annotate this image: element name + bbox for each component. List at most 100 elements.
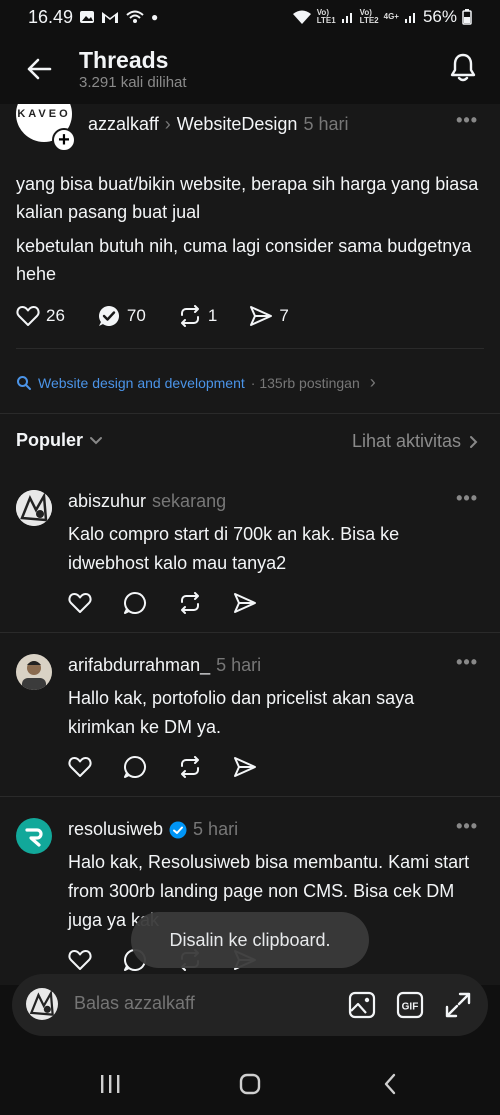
reply-header: abiszuhur sekarang bbox=[68, 491, 226, 512]
signal-2-icon bbox=[404, 13, 415, 23]
topic-link[interactable]: Website design and development · 135rb p… bbox=[16, 372, 376, 393]
sim2-label: Vo) LTE2 bbox=[359, 8, 379, 25]
reply-username[interactable]: resolusiweb bbox=[68, 819, 163, 840]
more-options-icon[interactable]: ••• bbox=[456, 652, 478, 673]
send-icon bbox=[250, 306, 273, 326]
post-actions: 26 70 1 7 bbox=[16, 304, 289, 328]
avatar[interactable] bbox=[16, 654, 52, 690]
post-meta: azzalkaff › WebsiteDesign 5 hari bbox=[88, 114, 348, 135]
chevron-right-icon bbox=[470, 435, 478, 448]
send-icon[interactable] bbox=[233, 592, 257, 614]
composer-spacer bbox=[0, 1040, 500, 1052]
gif-icon: GIF bbox=[396, 991, 424, 1019]
post-username[interactable]: azzalkaff bbox=[88, 114, 159, 135]
divider bbox=[0, 796, 500, 797]
post-paragraph-2: kebetulan butuh nih, cuma lagi consider … bbox=[16, 236, 472, 284]
sort-label: Populer bbox=[16, 430, 84, 450]
battery-icon bbox=[462, 9, 472, 25]
reply-username[interactable]: abiszuhur bbox=[68, 491, 146, 512]
reply-actions bbox=[68, 591, 257, 615]
back-button[interactable] bbox=[22, 52, 56, 86]
recent-apps-button[interactable] bbox=[90, 1068, 130, 1100]
heart-icon[interactable] bbox=[68, 756, 92, 778]
attach-image-button[interactable] bbox=[347, 990, 377, 1020]
arrow-left-icon bbox=[27, 58, 52, 80]
sim1-label: Vo) LTE1 bbox=[316, 8, 336, 25]
heart-icon bbox=[16, 306, 40, 326]
comment-icon[interactable] bbox=[123, 755, 147, 779]
avatar[interactable] bbox=[16, 818, 52, 854]
repost-icon[interactable] bbox=[178, 756, 202, 778]
comment-icon[interactable] bbox=[123, 591, 147, 615]
divider bbox=[0, 632, 500, 633]
expand-icon bbox=[445, 992, 471, 1018]
status-time: 16.49 bbox=[28, 6, 74, 27]
repost-count: 1 bbox=[207, 306, 218, 325]
page-title: Threads bbox=[79, 47, 169, 73]
recent-apps-icon bbox=[101, 1075, 120, 1093]
post-paragraph-1: yang bisa buat/bikin website, berapa sih… bbox=[16, 174, 479, 222]
image-icon bbox=[348, 991, 376, 1019]
topic-count: · 135rb postingan bbox=[250, 374, 360, 391]
system-back-button[interactable] bbox=[370, 1068, 410, 1100]
share-button[interactable]: 7 bbox=[249, 305, 289, 327]
dot-icon: ● bbox=[151, 10, 159, 24]
image-notification-icon bbox=[80, 11, 95, 23]
reply-text: Hallo kak, portofolio dan pricelist akan… bbox=[68, 688, 415, 737]
repost-icon bbox=[180, 305, 199, 327]
more-options-icon[interactable]: ••• bbox=[456, 110, 478, 131]
reply-time: sekarang bbox=[152, 491, 227, 511]
gmail-icon bbox=[102, 12, 119, 23]
more-options-icon[interactable]: ••• bbox=[456, 488, 478, 509]
reply-username[interactable]: arifabdurrahman_ bbox=[68, 655, 210, 676]
section-divider bbox=[0, 413, 500, 414]
post-community[interactable]: WebsiteDesign bbox=[177, 114, 298, 135]
repost-icon[interactable] bbox=[178, 592, 202, 614]
wifi-call-icon bbox=[126, 10, 144, 23]
battery-percent: 56% bbox=[422, 7, 457, 26]
avatar[interactable] bbox=[16, 490, 52, 526]
verified-badge-icon bbox=[169, 821, 187, 838]
replied-bubble-icon bbox=[98, 306, 119, 326]
reply-button[interactable]: 70 bbox=[97, 304, 146, 328]
reply-input[interactable] bbox=[74, 993, 324, 1014]
search-icon bbox=[17, 375, 31, 390]
person-photo-icon bbox=[16, 654, 52, 690]
bell-icon bbox=[450, 53, 476, 82]
status-bar: 16.49 ● Vo) LTE1 Vo) LTE2 4G+ 56% bbox=[0, 0, 500, 34]
system-nav-bar bbox=[0, 1052, 500, 1115]
heart-icon[interactable] bbox=[68, 592, 92, 614]
view-activity-link[interactable]: Lihat aktivitas bbox=[352, 431, 478, 452]
avatar-graphic-icon bbox=[26, 988, 58, 1020]
send-icon[interactable] bbox=[233, 756, 257, 778]
share-count: 7 bbox=[279, 306, 289, 325]
topic-name: Website design and development bbox=[38, 374, 245, 391]
view-activity-label: Lihat aktivitas bbox=[351, 431, 461, 451]
wifi-icon bbox=[292, 10, 311, 24]
more-options-icon[interactable]: ••• bbox=[456, 816, 478, 837]
notifications-button[interactable] bbox=[446, 50, 480, 84]
reply-header: resolusiweb 5 hari bbox=[68, 819, 238, 840]
heart-icon[interactable] bbox=[68, 949, 92, 971]
home-icon bbox=[239, 1073, 261, 1095]
post-time: 5 hari bbox=[303, 114, 349, 134]
reply-actions bbox=[68, 755, 257, 779]
gif-button[interactable]: GIF bbox=[395, 990, 425, 1020]
reply-count: 70 bbox=[126, 306, 146, 325]
reply-time: 5 hari bbox=[193, 819, 239, 839]
like-button[interactable]: 26 bbox=[16, 305, 65, 327]
chevron-down-icon bbox=[90, 436, 103, 444]
home-button[interactable] bbox=[230, 1068, 270, 1100]
chevron-right-icon: › bbox=[369, 372, 376, 392]
like-count: 26 bbox=[46, 306, 65, 325]
follow-plus-icon[interactable]: + bbox=[52, 128, 76, 152]
avatar-graphic-icon bbox=[16, 490, 52, 526]
repost-button[interactable]: 1 bbox=[178, 305, 217, 327]
sort-dropdown[interactable]: Populer bbox=[16, 430, 103, 451]
divider bbox=[16, 348, 484, 349]
thread-content: KAVEO + azzalkaff › WebsiteDesign 5 hari… bbox=[0, 104, 500, 985]
back-chevron-icon bbox=[384, 1073, 396, 1095]
clipboard-toast: Disalin ke clipboard. bbox=[131, 912, 369, 968]
expand-button[interactable] bbox=[443, 990, 473, 1020]
network-type: 4G+ bbox=[383, 12, 399, 21]
